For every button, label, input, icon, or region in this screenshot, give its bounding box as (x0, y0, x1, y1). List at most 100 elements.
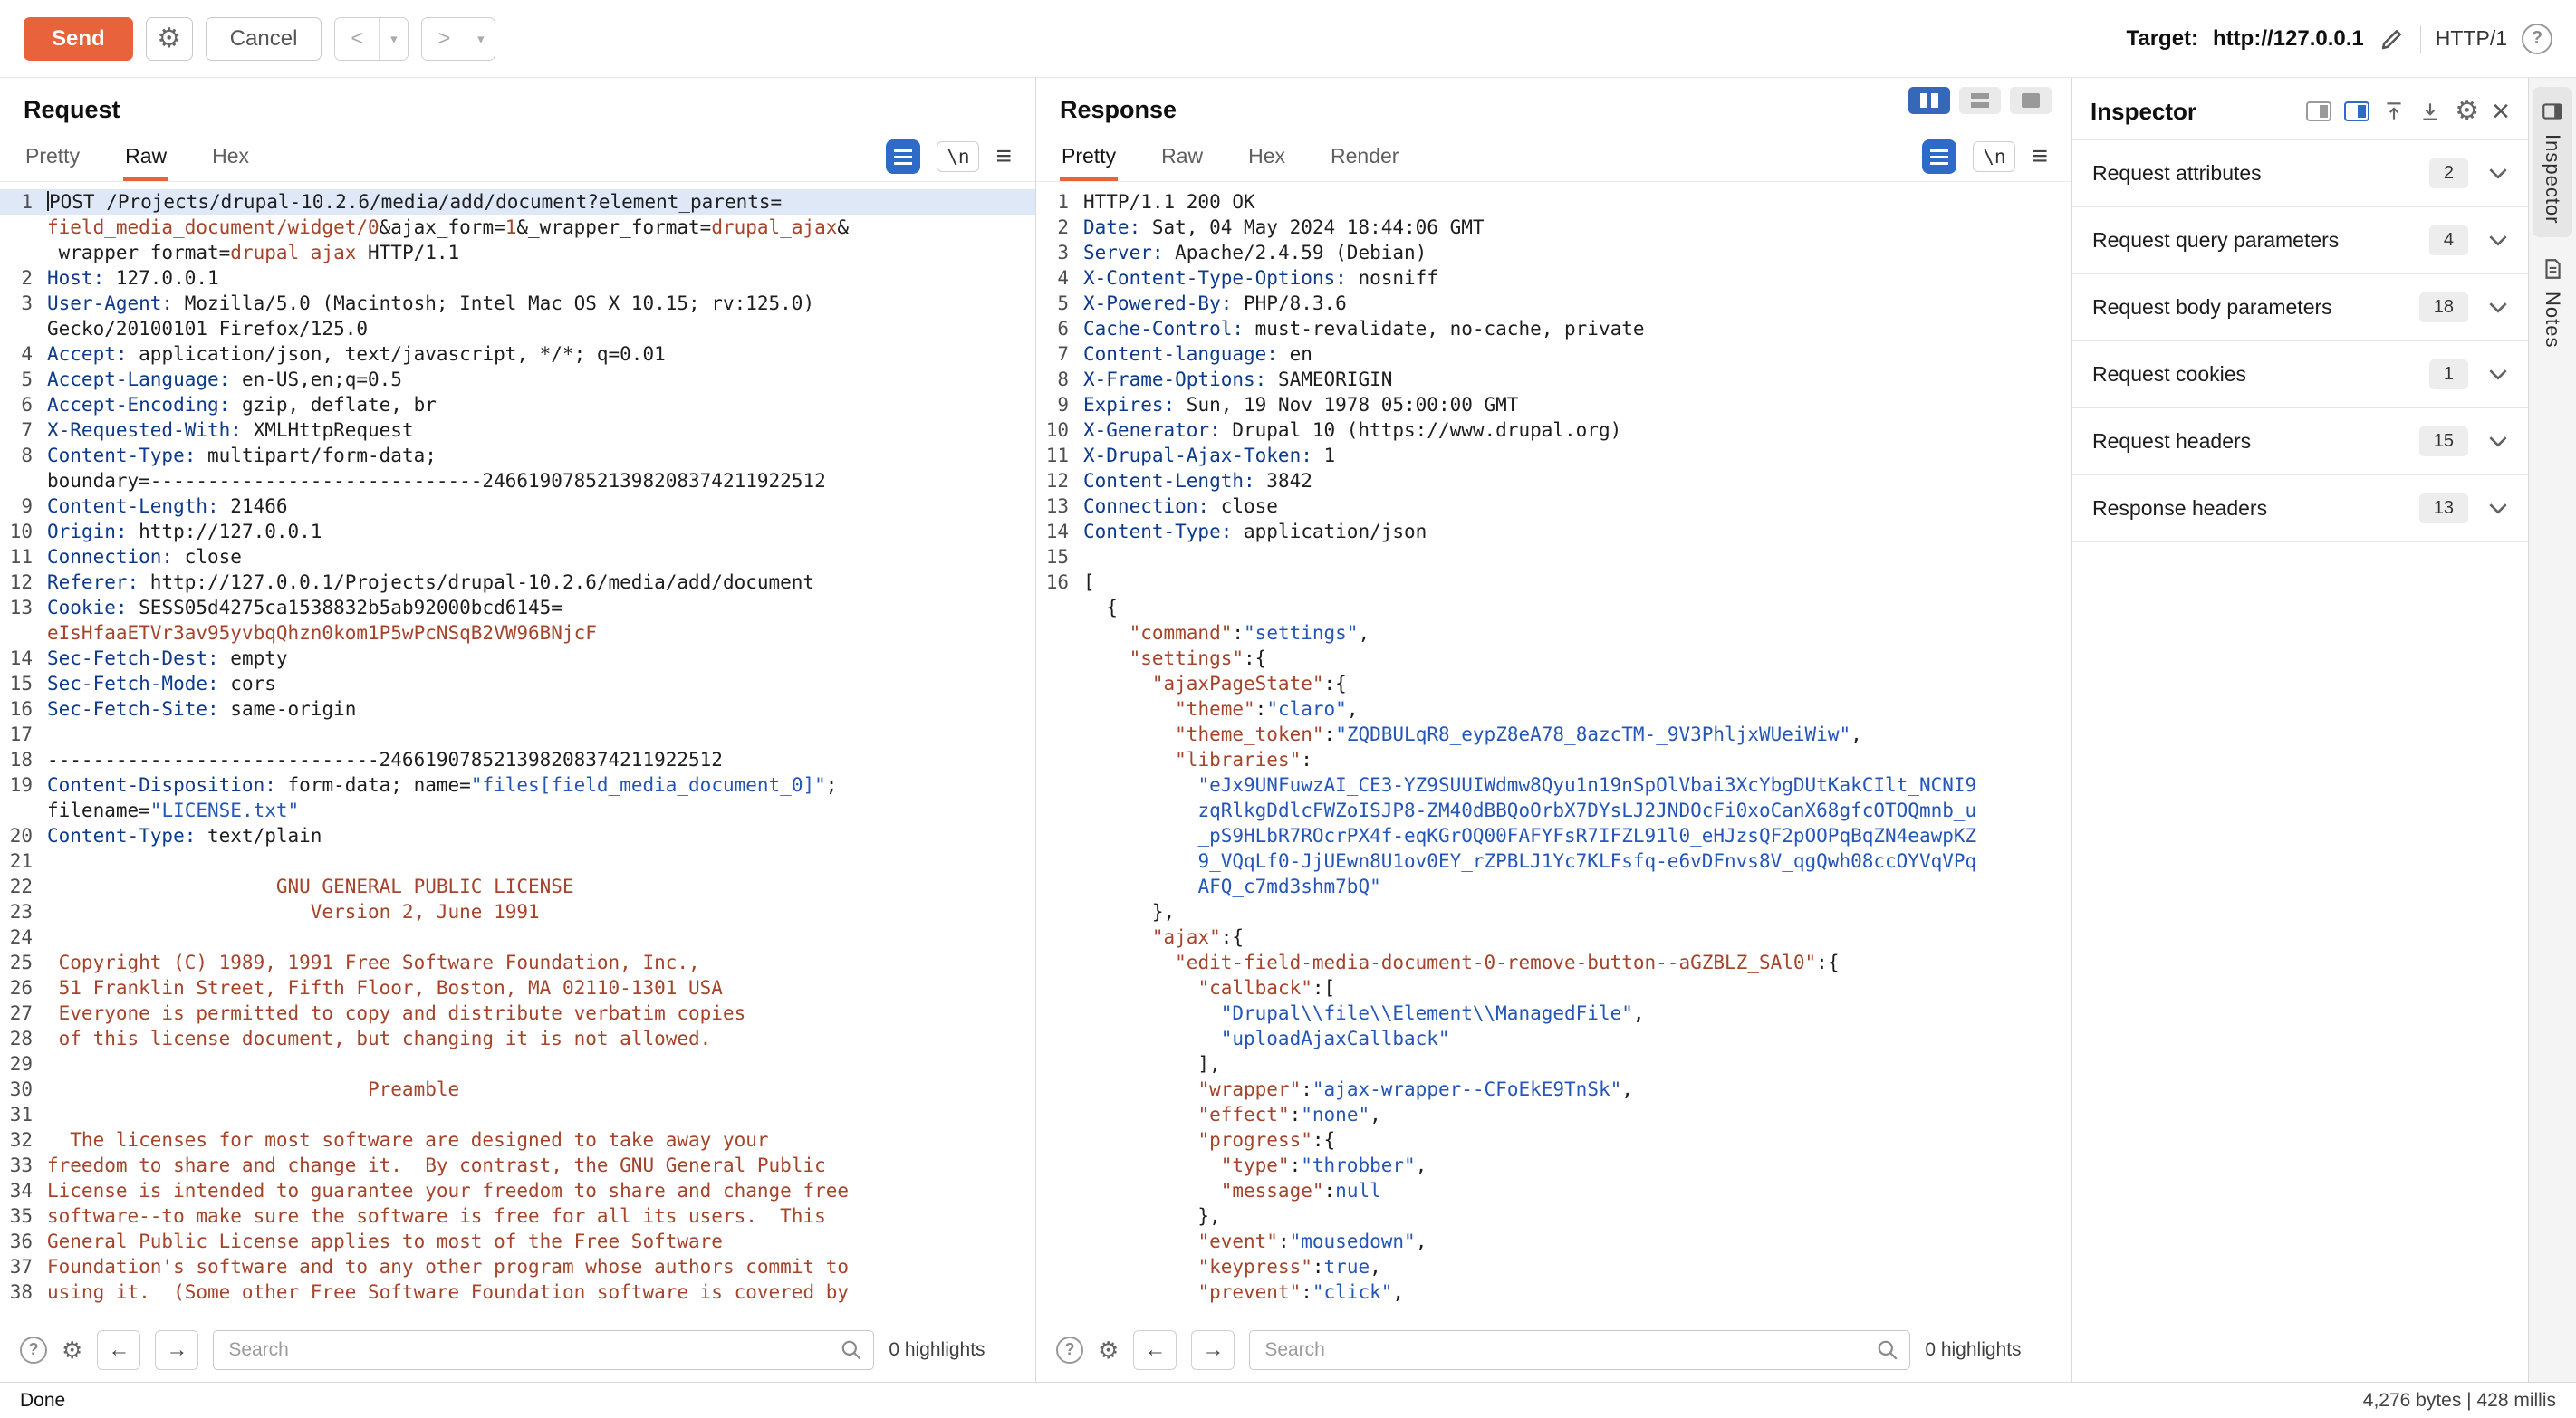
code-line[interactable]: "command":"settings", (1036, 620, 2071, 646)
code-line[interactable]: field_media_document/widget/0&ajax_form=… (0, 215, 1035, 240)
code-line[interactable]: 7Content-language: en (1036, 341, 2071, 367)
expand-all-icon[interactable] (2418, 100, 2442, 123)
inspector-dock-right-icon[interactable] (2344, 101, 2369, 121)
code-line[interactable]: "progress":{ (1036, 1127, 2071, 1153)
code-line[interactable]: 24 (0, 925, 1035, 950)
inspector-section-response-headers[interactable]: Response headers13 (2072, 475, 2528, 542)
code-line[interactable]: { (1036, 595, 2071, 620)
code-line[interactable]: 31 (0, 1102, 1035, 1127)
code-line[interactable]: 26 51 Franklin Street, Fifth Floor, Bost… (0, 975, 1035, 1001)
code-line[interactable]: ], (1036, 1051, 2071, 1077)
code-line[interactable]: "wrapper":"ajax-wrapper--CFoEkE9TnSk", (1036, 1077, 2071, 1102)
columns-layout-button[interactable] (1908, 87, 1950, 114)
code-line[interactable]: 33freedom to share and change it. By con… (0, 1153, 1035, 1178)
code-line[interactable]: "message":null (1036, 1178, 2071, 1203)
code-line[interactable]: 12Referer: http://127.0.0.1/Projects/dru… (0, 570, 1035, 595)
inspector-section-request-cookies[interactable]: Request cookies1 (2072, 341, 2528, 408)
code-line[interactable]: 1POST /Projects/drupal-10.2.6/media/add/… (0, 189, 1035, 215)
code-line[interactable]: 13Connection: close (1036, 493, 2071, 519)
code-line[interactable]: "keypress":true, (1036, 1254, 2071, 1279)
code-line[interactable]: eIsHfaaETVr3av95yvbqQhzn0kom1P5wPcNSqB2V… (0, 620, 1035, 646)
request-tab-raw[interactable]: Raw (123, 133, 168, 181)
next-match-button[interactable]: → (155, 1330, 198, 1370)
code-line[interactable]: 15 (1036, 544, 2071, 570)
forward-dropdown-button[interactable]: ▾ (466, 18, 495, 60)
code-line[interactable]: 20Content-Type: text/plain (0, 823, 1035, 848)
code-line[interactable]: 9Content-Length: 21466 (0, 493, 1035, 519)
response-tab-hex[interactable]: Hex (1246, 133, 1287, 181)
code-line[interactable]: 11Connection: close (0, 544, 1035, 570)
code-line[interactable]: zqRlkgDdlcFWZoISJP8-ZM40dBBQoOrbX7DYsLJ2… (1036, 798, 2071, 823)
response-tab-pretty[interactable]: Pretty (1060, 133, 1118, 181)
code-line[interactable]: 7X-Requested-With: XMLHttpRequest (0, 417, 1035, 443)
back-dropdown-button[interactable]: ▾ (379, 18, 408, 60)
back-button[interactable]: < (335, 18, 379, 60)
code-line[interactable]: 10Origin: http://127.0.0.1 (0, 519, 1035, 544)
code-line[interactable]: Gecko/20100101 Firefox/125.0 (0, 316, 1035, 341)
code-line[interactable]: 23 Version 2, June 1991 (0, 899, 1035, 925)
code-line[interactable]: "ajax":{ (1036, 925, 2071, 950)
code-line[interactable]: "libraries": (1036, 747, 2071, 772)
code-line[interactable]: 5X-Powered-By: PHP/8.3.6 (1036, 291, 2071, 316)
pretty-print-button[interactable] (886, 139, 920, 174)
code-line[interactable]: 32 The licenses for most software are de… (0, 1127, 1035, 1153)
code-line[interactable]: 8Content-Type: multipart/form-data; (0, 443, 1035, 468)
code-line[interactable]: 2Host: 127.0.0.1 (0, 265, 1035, 291)
code-line[interactable]: 14Sec-Fetch-Dest: empty (0, 646, 1035, 671)
code-line[interactable]: 29 (0, 1051, 1035, 1077)
code-line[interactable]: 1HTTP/1.1 200 OK (1036, 189, 2071, 215)
code-line[interactable]: 16Sec-Fetch-Site: same-origin (0, 696, 1035, 722)
code-line[interactable]: 9Expires: Sun, 19 Nov 1978 05:00:00 GMT (1036, 392, 2071, 417)
code-line[interactable]: 4X-Content-Type-Options: nosniff (1036, 265, 2071, 291)
pretty-print-button[interactable] (1922, 139, 1956, 174)
code-line[interactable]: "edit-field-media-document-0-remove-butt… (1036, 950, 2071, 975)
search-help-icon[interactable]: ? (1056, 1337, 1083, 1364)
inspector-section-request-headers[interactable]: Request headers15 (2072, 408, 2528, 475)
code-line[interactable]: "ajaxPageState":{ (1036, 671, 2071, 696)
code-line[interactable]: 18-----------------------------246619078… (0, 747, 1035, 772)
code-line[interactable]: 2Date: Sat, 04 May 2024 18:44:06 GMT (1036, 215, 2071, 240)
code-line[interactable]: "uploadAjaxCallback" (1036, 1026, 2071, 1051)
inspector-section-request-body-parameters[interactable]: Request body parameters18 (2072, 274, 2528, 341)
code-line[interactable]: 17 (0, 722, 1035, 747)
code-line[interactable]: }, (1036, 1203, 2071, 1229)
code-line[interactable]: 21 (0, 848, 1035, 874)
response-editor[interactable]: 1HTTP/1.1 200 OK2Date: Sat, 04 May 2024 … (1036, 182, 2071, 1317)
code-line[interactable]: 15Sec-Fetch-Mode: cors (0, 671, 1035, 696)
code-line[interactable]: 16[ (1036, 570, 2071, 595)
request-tab-pretty[interactable]: Pretty (24, 133, 82, 181)
request-tab-hex[interactable]: Hex (210, 133, 251, 181)
code-line[interactable]: 8X-Frame-Options: SAMEORIGIN (1036, 367, 2071, 392)
inspector-section-request-attributes[interactable]: Request attributes2 (2072, 140, 2528, 207)
code-line[interactable]: "type":"throbber", (1036, 1153, 2071, 1178)
code-line[interactable]: 5Accept-Language: en-US,en;q=0.5 (0, 367, 1035, 392)
code-line[interactable]: filename="LICENSE.txt" (0, 798, 1035, 823)
code-line[interactable]: "effect":"none", (1036, 1102, 2071, 1127)
code-line[interactable]: 3User-Agent: Mozilla/5.0 (Macintosh; Int… (0, 291, 1035, 316)
code-line[interactable]: 34License is intended to guarantee your … (0, 1178, 1035, 1203)
code-line[interactable]: 3Server: Apache/2.4.59 (Debian) (1036, 240, 2071, 265)
side-tab-notes[interactable]: Notes (2533, 244, 2572, 360)
code-line[interactable]: AFQ_c7md3shm7bQ" (1036, 874, 2071, 899)
show-newlines-button[interactable]: \n (937, 141, 979, 172)
code-line[interactable]: 35software--to make sure the software is… (0, 1203, 1035, 1229)
code-line[interactable]: 9_VQqLf0-JjUEwn8U1ov0EY_rZPBLJ1Yc7KLFsfq… (1036, 848, 2071, 874)
search-input[interactable] (1249, 1330, 1910, 1370)
code-line[interactable]: 6Cache-Control: must-revalidate, no-cach… (1036, 316, 2071, 341)
code-line[interactable]: 30 Preamble (0, 1077, 1035, 1102)
code-line[interactable]: "event":"mousedown", (1036, 1229, 2071, 1254)
code-line[interactable]: 14Content-Type: application/json (1036, 519, 2071, 544)
code-line[interactable]: 4Accept: application/json, text/javascri… (0, 341, 1035, 367)
cancel-button[interactable]: Cancel (206, 17, 322, 61)
collapse-all-icon[interactable] (2382, 100, 2406, 123)
code-line[interactable]: 10X-Generator: Drupal 10 (https://www.dr… (1036, 417, 2071, 443)
code-line[interactable]: 28 of this license document, but changin… (0, 1026, 1035, 1051)
code-line[interactable]: 6Accept-Encoding: gzip, deflate, br (0, 392, 1035, 417)
next-match-button[interactable]: → (1191, 1330, 1235, 1370)
http-version-label[interactable]: HTTP/1 (2436, 26, 2507, 51)
request-editor[interactable]: 1POST /Projects/drupal-10.2.6/media/add/… (0, 182, 1035, 1317)
code-line[interactable]: "theme":"claro", (1036, 696, 2071, 722)
code-line[interactable]: 25 Copyright (C) 1989, 1991 Free Softwar… (0, 950, 1035, 975)
edit-target-icon[interactable] (2379, 25, 2406, 53)
code-line[interactable]: 38using it. (Some other Free Software Fo… (0, 1279, 1035, 1305)
